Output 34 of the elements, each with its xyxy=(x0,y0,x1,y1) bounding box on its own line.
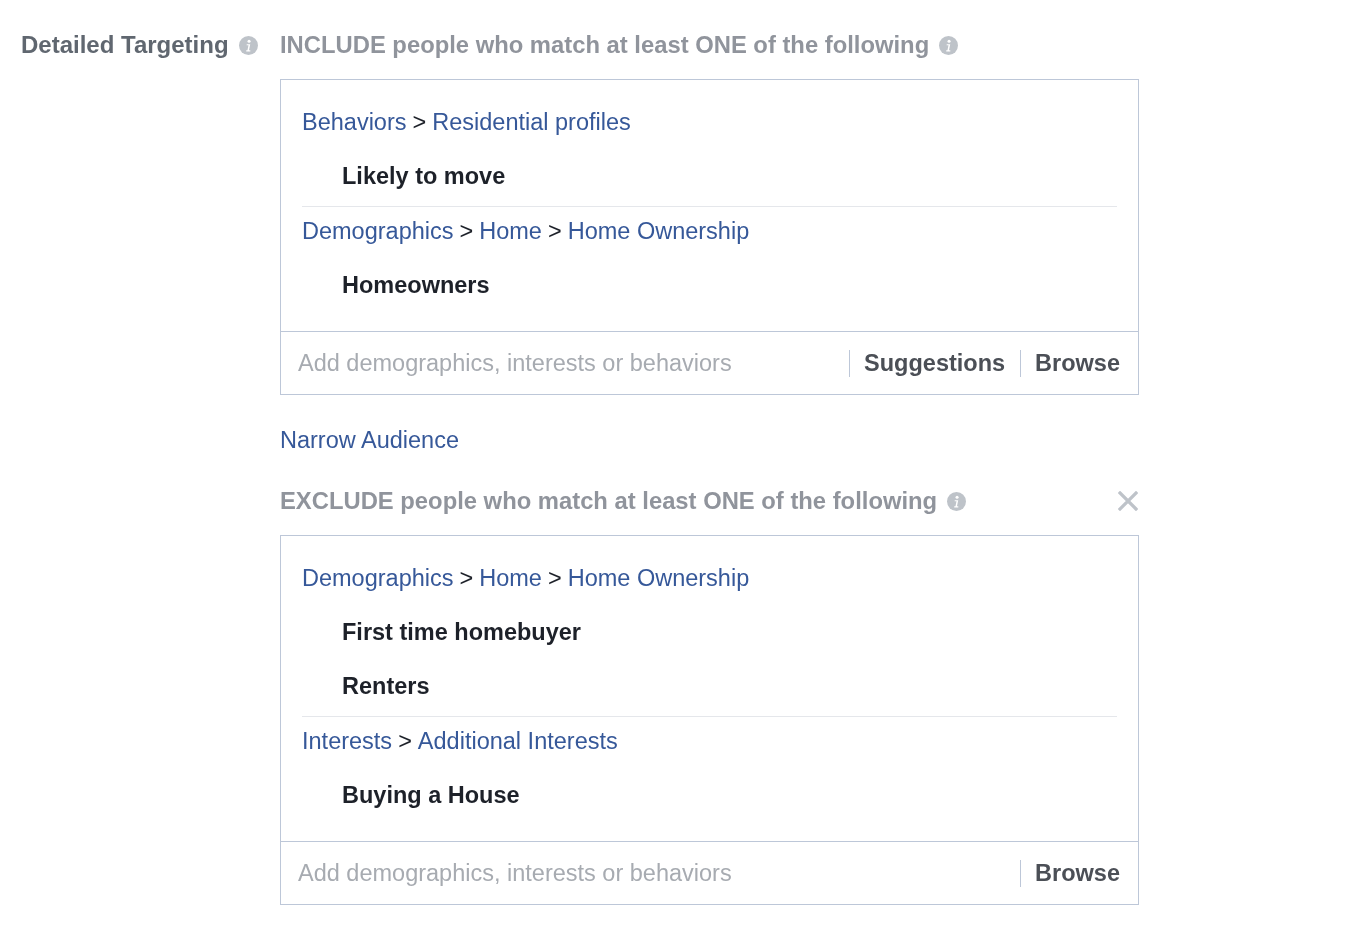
category-link[interactable]: Demographics xyxy=(302,207,454,255)
targeting-item: Buying a House xyxy=(342,782,520,809)
category-link[interactable]: Home xyxy=(479,207,542,255)
footer-action-link[interactable]: Suggestions xyxy=(864,347,1006,379)
category-link[interactable]: Behaviors xyxy=(302,98,407,146)
breadcrumb-separator: > xyxy=(547,217,562,246)
category-link[interactable]: Home xyxy=(479,554,542,603)
close-icon[interactable] xyxy=(1118,491,1138,512)
targeting-item: First time homebuyer xyxy=(342,619,581,646)
search-field[interactable]: Add demographics, interests or behaviors xyxy=(298,343,835,383)
category-link[interactable]: Home Ownership xyxy=(567,207,750,255)
breadcrumb-separator: > xyxy=(459,564,474,594)
breadcrumb-separator: > xyxy=(398,727,412,757)
breadcrumb-separator: > xyxy=(459,217,474,246)
category-link[interactable]: Home Ownership xyxy=(567,554,750,603)
targeting-item: Renters xyxy=(342,673,430,700)
footer-action-link[interactable]: Browse xyxy=(1035,857,1120,890)
section-heading: INCLUDE people who match at least ONE of the following xyxy=(280,30,930,60)
breadcrumb-separator: > xyxy=(412,108,427,137)
category-link[interactable]: Interests xyxy=(302,717,393,766)
category-link[interactable]: Demographics xyxy=(302,554,454,603)
detailed-targeting-label: Detailed Targeting xyxy=(21,30,229,60)
targeting-item: Homeowners xyxy=(342,272,490,298)
narrow-audience-link[interactable]: Narrow Audience xyxy=(280,425,459,455)
info-icon[interactable] xyxy=(947,491,967,511)
footer-action-link[interactable]: Browse xyxy=(1035,347,1120,379)
section-heading: EXCLUDE people who match at least ONE of the following xyxy=(280,486,938,517)
search-field[interactable]: Add demographics, interests or behaviors xyxy=(298,853,1006,894)
category-link[interactable]: Residential profiles xyxy=(432,98,631,146)
category-link[interactable]: Additional Interests xyxy=(417,717,618,766)
breadcrumb-separator: > xyxy=(547,564,562,594)
info-icon[interactable] xyxy=(939,35,959,55)
targeting-item: Likely to move xyxy=(342,163,506,189)
info-icon[interactable] xyxy=(238,35,258,55)
